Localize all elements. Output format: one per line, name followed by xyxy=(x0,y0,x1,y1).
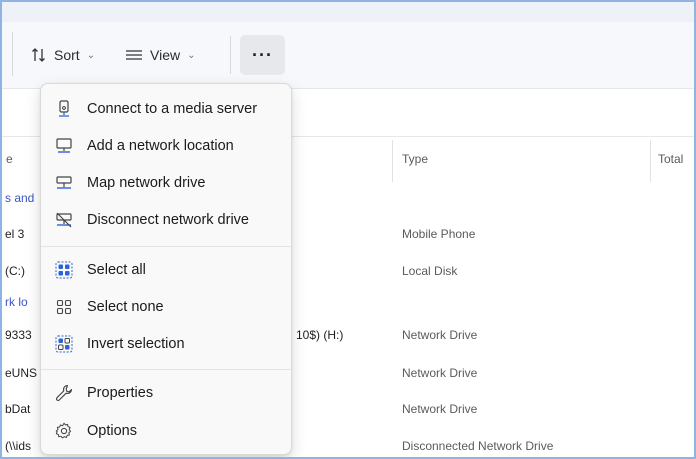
toolbar-separator xyxy=(230,36,231,74)
group-header[interactable]: rk lo xyxy=(5,295,28,309)
menu-item-label: Select all xyxy=(87,262,146,278)
list-item-name[interactable]: (\\ids xyxy=(5,439,31,453)
menu-item-properties[interactable]: Properties xyxy=(41,377,291,409)
gear-icon xyxy=(55,422,72,439)
list-item-type: Network Drive xyxy=(402,328,478,342)
list-item-name[interactable]: 9333 xyxy=(5,328,32,342)
menu-item-select-all[interactable]: Select all xyxy=(41,254,291,286)
sort-icon xyxy=(32,48,45,62)
menu-item-disconnect-network-drive[interactable]: Disconnect network drive xyxy=(41,204,291,236)
menu-item-map-network-drive[interactable]: Map network drive xyxy=(41,167,291,199)
column-header-total[interactable]: Total xyxy=(658,152,683,166)
menu-item-select-none[interactable]: Select none xyxy=(41,291,291,323)
menu-item-connect-media-server[interactable]: Connect to a media server xyxy=(41,93,291,125)
column-divider[interactable] xyxy=(650,140,651,182)
list-item-name[interactable]: el 3 xyxy=(5,227,24,241)
disconnect-network-drive-icon xyxy=(56,212,72,228)
invert-selection-icon xyxy=(55,335,73,353)
file-explorer-window: Sort ⌄ View ⌄ ··· e Type Total s and el … xyxy=(0,0,696,459)
menu-item-label: Properties xyxy=(87,385,154,401)
select-all-icon xyxy=(55,261,73,279)
menu-item-options[interactable]: Options xyxy=(41,415,291,447)
see-more-menu: Connect to a media server Add a network … xyxy=(40,83,292,455)
list-item-type: Mobile Phone xyxy=(402,227,476,241)
column-header-name[interactable]: e xyxy=(6,152,13,166)
list-item-name[interactable]: bDat xyxy=(5,402,30,416)
menu-separator xyxy=(41,369,291,370)
see-more-button[interactable]: ··· xyxy=(240,35,285,75)
sort-label: Sort xyxy=(54,47,80,63)
view-label: View xyxy=(150,47,181,63)
menu-item-add-network-location[interactable]: Add a network location xyxy=(41,130,291,162)
wrench-icon xyxy=(56,384,73,401)
menu-separator xyxy=(41,246,291,247)
chevron-down-icon: ⌄ xyxy=(187,49,196,61)
column-header-type[interactable]: Type xyxy=(402,152,428,166)
view-button[interactable]: View ⌄ xyxy=(124,36,195,74)
menu-item-label: Add a network location xyxy=(87,138,234,154)
title-strip xyxy=(2,2,694,22)
list-item-type: Local Disk xyxy=(402,264,458,278)
list-item-type: Network Drive xyxy=(402,402,478,416)
list-item-type: Disconnected Network Drive xyxy=(402,439,554,453)
more-dots-icon: ··· xyxy=(252,44,273,65)
menu-item-label: Invert selection xyxy=(87,336,185,352)
toolbar-divider xyxy=(12,32,13,76)
select-none-icon xyxy=(56,299,72,315)
column-divider[interactable] xyxy=(392,140,393,182)
menu-item-label: Options xyxy=(87,423,137,439)
list-item-type: Network Drive xyxy=(402,366,478,380)
sort-button[interactable]: Sort ⌄ xyxy=(30,36,95,74)
chevron-down-icon: ⌄ xyxy=(86,49,96,61)
menu-item-label: Select none xyxy=(87,299,164,315)
menu-item-label: Connect to a media server xyxy=(87,101,258,117)
network-location-icon xyxy=(56,138,72,153)
list-item-name-tail: 10$) (H:) xyxy=(296,328,344,342)
menu-item-invert-selection[interactable]: Invert selection xyxy=(41,328,291,360)
list-item-name[interactable]: (C:) xyxy=(5,264,25,278)
list-item-name[interactable]: eUNS xyxy=(5,366,37,380)
command-bar: Sort ⌄ View ⌄ ··· xyxy=(2,22,694,89)
group-header[interactable]: s and xyxy=(5,191,34,205)
media-server-icon xyxy=(59,100,69,117)
menu-item-label: Disconnect network drive xyxy=(87,212,249,228)
view-lines-icon xyxy=(126,50,142,60)
menu-item-label: Map network drive xyxy=(87,175,206,191)
map-network-drive-icon xyxy=(56,176,72,189)
